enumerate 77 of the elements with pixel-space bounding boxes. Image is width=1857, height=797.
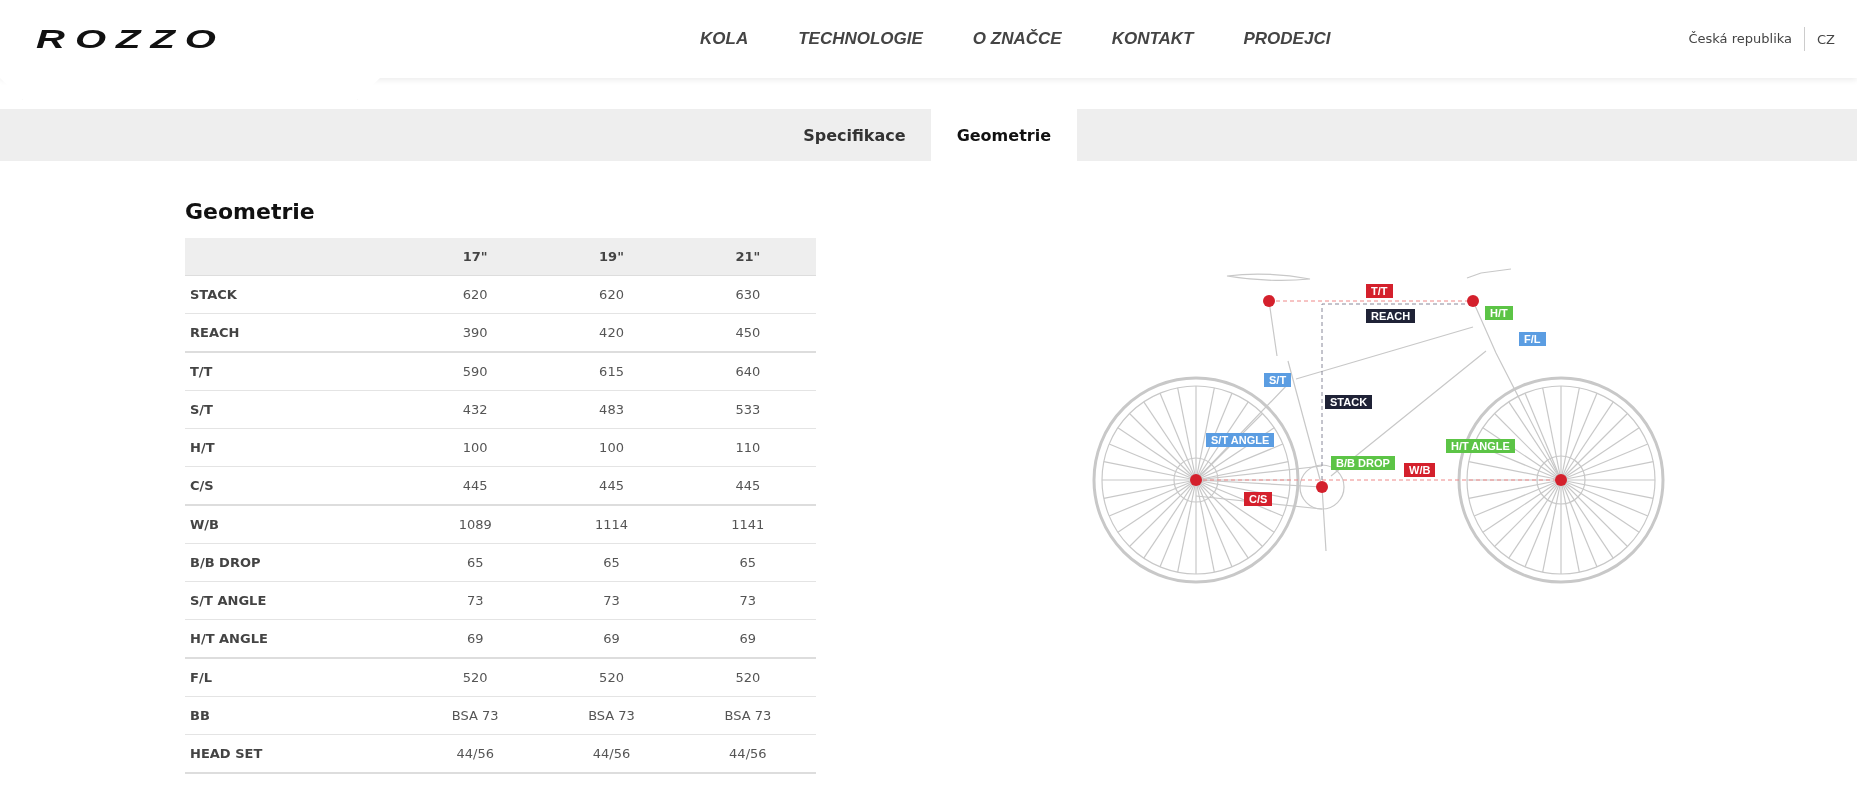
table-cell: 445 bbox=[679, 466, 816, 505]
dimension-tag: B/B DROP bbox=[1331, 456, 1395, 470]
row-label: HEAD SET bbox=[185, 734, 408, 773]
country-link[interactable]: Česká republika bbox=[1688, 27, 1805, 51]
dimension-tag: H/T bbox=[1485, 306, 1513, 320]
table-cell: 520 bbox=[679, 658, 816, 697]
header-cell: 21" bbox=[679, 238, 816, 276]
nav-link[interactable]: KONTAKT bbox=[1111, 29, 1194, 49]
tab[interactable]: Specifikace bbox=[778, 109, 931, 161]
row-label: W/B bbox=[185, 505, 408, 544]
dimension-tag: T/T bbox=[1366, 284, 1393, 298]
table-cell: 44/56 bbox=[407, 734, 544, 773]
table-cell: 520 bbox=[407, 658, 544, 697]
nav-link[interactable]: TECHNOLOGIE bbox=[798, 29, 923, 49]
dimension-tag: C/S bbox=[1244, 492, 1273, 506]
language-link[interactable]: CZ bbox=[1805, 31, 1835, 47]
table-cell: 450 bbox=[679, 313, 816, 352]
dimension-tag: H/T ANGLE bbox=[1446, 439, 1515, 453]
table-cell: 390 bbox=[407, 313, 544, 352]
table-cell: 1114 bbox=[543, 505, 680, 544]
table-cell: 520 bbox=[543, 658, 680, 697]
row-label: STACK bbox=[185, 275, 408, 314]
row-label: H/T ANGLE bbox=[185, 619, 408, 658]
nav-link[interactable]: KOLA bbox=[700, 29, 749, 49]
table-cell: 65 bbox=[543, 543, 680, 582]
table-cell: 73 bbox=[679, 581, 816, 620]
table-cell: 100 bbox=[543, 428, 680, 467]
table-cell: 620 bbox=[407, 275, 544, 314]
dimension-tag: S/T ANGLE bbox=[1206, 433, 1275, 447]
table-cell: 69 bbox=[679, 619, 816, 658]
table-cell: 73 bbox=[407, 581, 544, 620]
table-cell: 590 bbox=[407, 352, 544, 391]
table-cell: BSA 73 bbox=[543, 696, 680, 735]
table-cell: 630 bbox=[679, 275, 816, 314]
row-label: REACH bbox=[185, 313, 408, 352]
table-cell: 640 bbox=[679, 352, 816, 391]
header-cell: 17" bbox=[407, 238, 544, 276]
nav-link[interactable]: O ZNAČCE bbox=[972, 29, 1062, 49]
row-label: BB bbox=[185, 696, 408, 735]
table-cell: 1089 bbox=[407, 505, 544, 544]
section-heading: Geometrie bbox=[185, 199, 316, 224]
table-cell: 73 bbox=[543, 581, 680, 620]
row-label: S/T bbox=[185, 390, 408, 429]
table-cell: 483 bbox=[543, 390, 680, 429]
table-cell: 69 bbox=[407, 619, 544, 658]
dimension-tag: REACH bbox=[1366, 309, 1416, 323]
table-cell: 69 bbox=[543, 619, 680, 658]
table-cell: 432 bbox=[407, 390, 544, 429]
row-label: H/T bbox=[185, 428, 408, 467]
row-label: T/T bbox=[185, 352, 408, 391]
table-cell: BSA 73 bbox=[407, 696, 544, 735]
table-cell: 445 bbox=[543, 466, 680, 505]
dimension-tag: W/B bbox=[1404, 463, 1436, 477]
table-cell: 445 bbox=[407, 466, 544, 505]
table-cell: 44/56 bbox=[543, 734, 680, 773]
table-cell: 620 bbox=[543, 275, 680, 314]
table-cell: 533 bbox=[679, 390, 816, 429]
table-cell: 110 bbox=[679, 428, 816, 467]
table-cell: 65 bbox=[679, 543, 816, 582]
table-cell: BSA 73 bbox=[679, 696, 816, 735]
table-cell: 615 bbox=[543, 352, 680, 391]
row-label: B/B DROP bbox=[185, 543, 408, 582]
table-cell: 65 bbox=[407, 543, 544, 582]
dimension-tag: F/L bbox=[1519, 332, 1546, 346]
row-label: C/S bbox=[185, 466, 408, 505]
tab[interactable]: Geometrie bbox=[930, 109, 1077, 161]
header-cell: 19" bbox=[543, 238, 680, 276]
nav-link[interactable]: PRODEJCI bbox=[1243, 29, 1331, 49]
row-label: S/T ANGLE bbox=[185, 581, 408, 620]
row-label: F/L bbox=[185, 658, 408, 697]
table-cell: 1141 bbox=[679, 505, 816, 544]
logo[interactable]: ROZZO bbox=[36, 24, 346, 54]
table-cell: 44/56 bbox=[679, 734, 816, 773]
table-cell: 100 bbox=[407, 428, 544, 467]
dimension-tag: S/T bbox=[1264, 373, 1292, 387]
table-cell: 420 bbox=[543, 313, 680, 352]
dimension-tag: STACK bbox=[1325, 395, 1373, 409]
